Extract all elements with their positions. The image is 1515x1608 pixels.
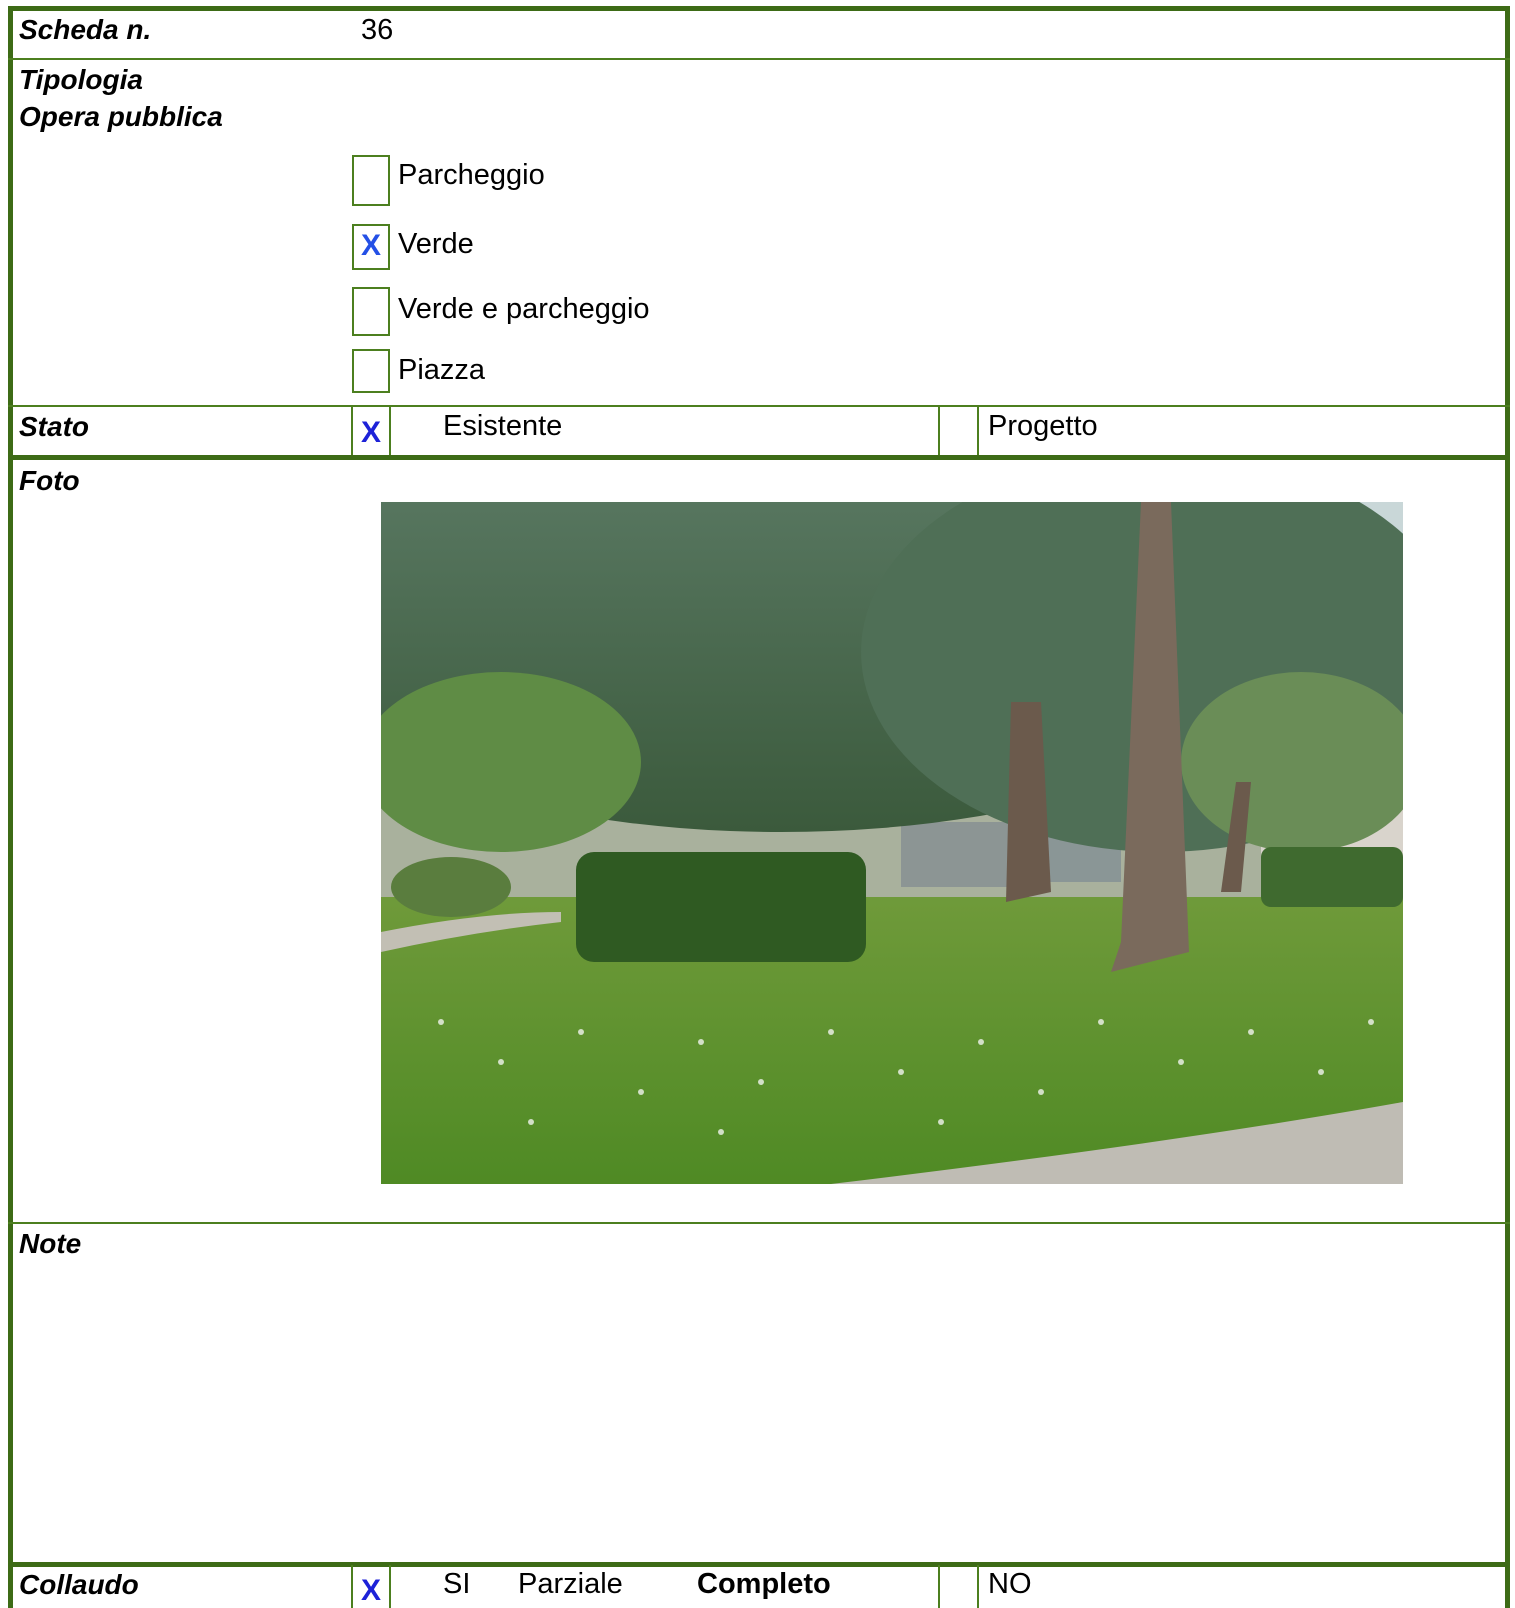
opera-pubblica-label: Opera pubblica (19, 101, 223, 132)
divider (938, 1565, 940, 1608)
collaudo-parziale-label: Parziale (518, 1568, 623, 1600)
scheda-number: 36 (361, 14, 394, 46)
verde-e-parcheggio-option-label: Verde e parcheggio (398, 293, 650, 325)
parcheggio-checkbox[interactable] (352, 155, 390, 206)
progetto-label: Progetto (988, 410, 1098, 442)
parcheggio-option-label: Parcheggio (398, 159, 545, 191)
piazza-checkbox[interactable] (352, 349, 390, 393)
piazza-option-label: Piazza (398, 354, 486, 386)
divider (8, 58, 1510, 60)
verde-checkbox[interactable]: X (352, 224, 390, 270)
collaudo-completo-label: Completo (697, 1568, 831, 1600)
divider (8, 455, 1510, 460)
stato-label: Stato (19, 411, 89, 442)
divider (977, 1565, 979, 1608)
divider (8, 1222, 1510, 1224)
collaudo-si-label: SI (443, 1568, 471, 1600)
check-mark: X (360, 229, 381, 262)
tipologia-label: Tipologia (19, 64, 143, 95)
esistente-label: Esistente (443, 410, 563, 442)
verde-option-label: Verde (398, 228, 474, 260)
divider (389, 1565, 391, 1608)
note-label: Note (19, 1228, 82, 1259)
divider (8, 405, 1510, 407)
collaudo-no-label: NO (988, 1568, 1032, 1600)
scheda-label: Scheda n. (19, 14, 152, 45)
park-photo (381, 502, 1403, 1184)
divider (977, 405, 979, 455)
collaudo-si-mark[interactable]: X (353, 1571, 389, 1608)
divider (389, 405, 391, 455)
verde-e-parcheggio-checkbox[interactable] (352, 287, 390, 336)
stato-esistente-mark[interactable]: X (353, 413, 389, 453)
foto-label: Foto (19, 465, 80, 496)
collaudo-label: Collaudo (19, 1569, 139, 1600)
divider (938, 405, 940, 455)
